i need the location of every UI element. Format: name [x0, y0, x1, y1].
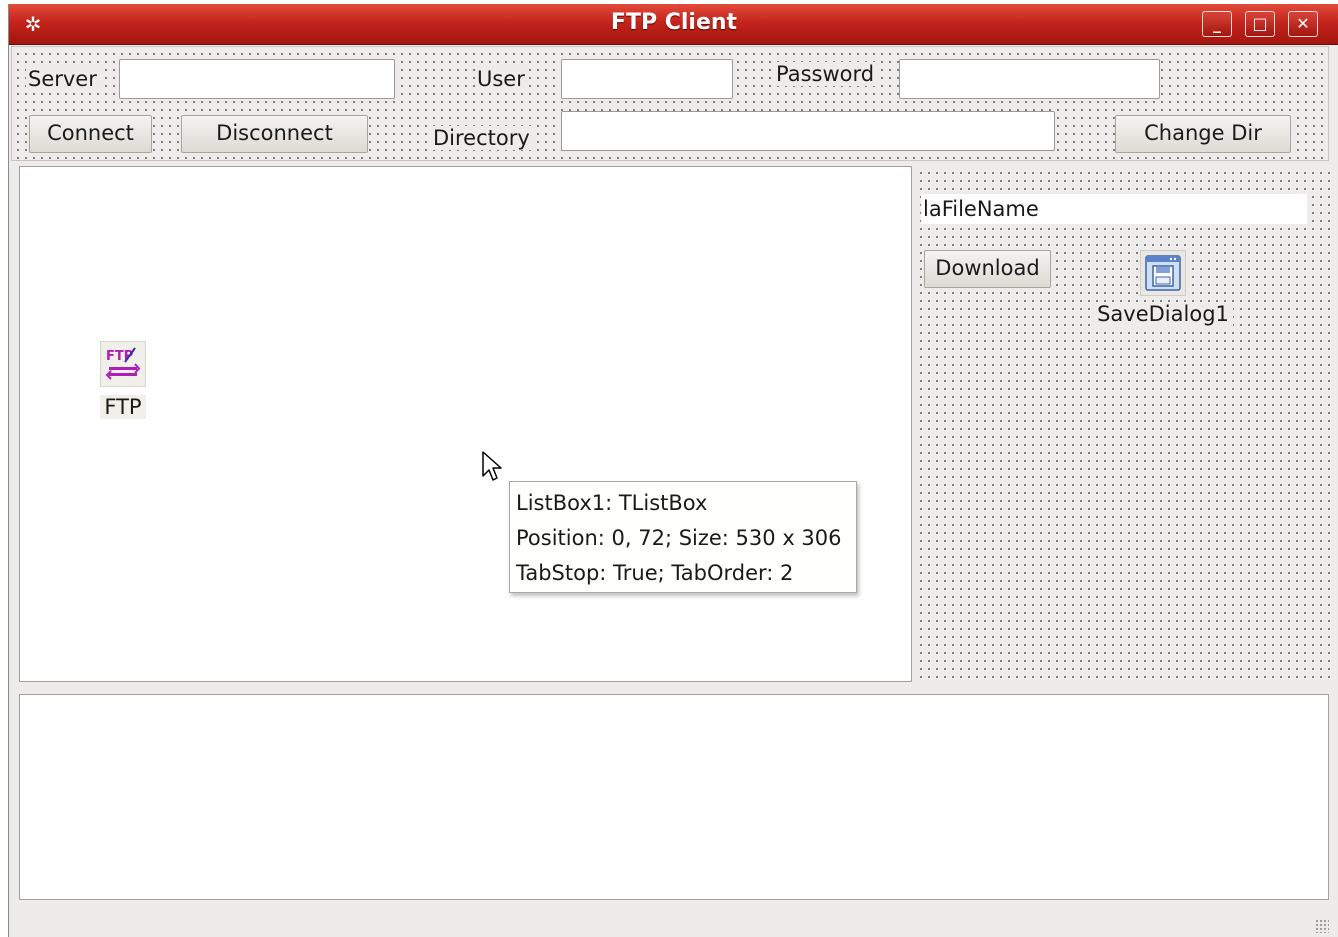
save-dialog-component[interactable]: SaveDialog1: [1093, 250, 1233, 326]
close-icon: ✕: [1296, 14, 1310, 33]
minimize-icon: _: [1213, 14, 1221, 33]
filename-label: laFileName: [921, 194, 1307, 224]
ftp-component-label: FTP: [100, 395, 146, 419]
password-label: Password: [774, 62, 877, 86]
file-listbox[interactable]: FTP FTP: [19, 166, 912, 682]
download-panel: laFileName Download SaveDialog1: [915, 166, 1335, 684]
form-window: ✲ FTP Client _ □ ✕ Server User Password …: [8, 4, 1338, 937]
connection-panel: Server User Password Connect Disconnect …: [11, 46, 1329, 161]
tooltip-line-position: Position: 0, 72; Size: 530 x 306: [516, 526, 842, 550]
server-input[interactable]: [119, 59, 395, 99]
maximize-button[interactable]: □: [1245, 11, 1275, 37]
user-input[interactable]: [561, 59, 733, 99]
directory-input[interactable]: [561, 111, 1055, 151]
maximize-icon: □: [1252, 14, 1268, 33]
disconnect-button[interactable]: Disconnect: [181, 115, 368, 153]
mouse-pointer-icon: [481, 450, 503, 484]
status-bar: [9, 903, 1338, 937]
connect-button[interactable]: Connect: [29, 115, 152, 153]
password-input[interactable]: [899, 59, 1160, 99]
save-dialog-label: SaveDialog1: [1093, 302, 1233, 326]
designer-hint-tooltip: ListBox1: TListBox Position: 0, 72; Size…: [509, 481, 857, 593]
close-button[interactable]: ✕: [1288, 11, 1318, 37]
change-dir-button[interactable]: Change Dir: [1115, 115, 1291, 153]
tooltip-line-name: ListBox1: TListBox: [516, 491, 708, 515]
user-label: User: [475, 67, 527, 91]
server-label: Server: [26, 67, 99, 91]
title-bar[interactable]: ✲ FTP Client _ □ ✕: [9, 4, 1338, 45]
minimize-button[interactable]: _: [1202, 11, 1232, 37]
ftp-component[interactable]: FTP FTP: [100, 341, 146, 419]
download-button[interactable]: Download: [924, 250, 1051, 288]
window-title: FTP Client: [610, 10, 738, 35]
ftp-component-icon: FTP: [100, 341, 146, 387]
resize-grip-icon[interactable]: [1315, 919, 1329, 933]
tooltip-line-taborder: TabStop: True; TabOrder: 2: [516, 561, 794, 585]
log-memo[interactable]: [19, 694, 1329, 900]
directory-label: Directory: [431, 126, 532, 150]
floppy-disk-icon: [1140, 250, 1186, 296]
